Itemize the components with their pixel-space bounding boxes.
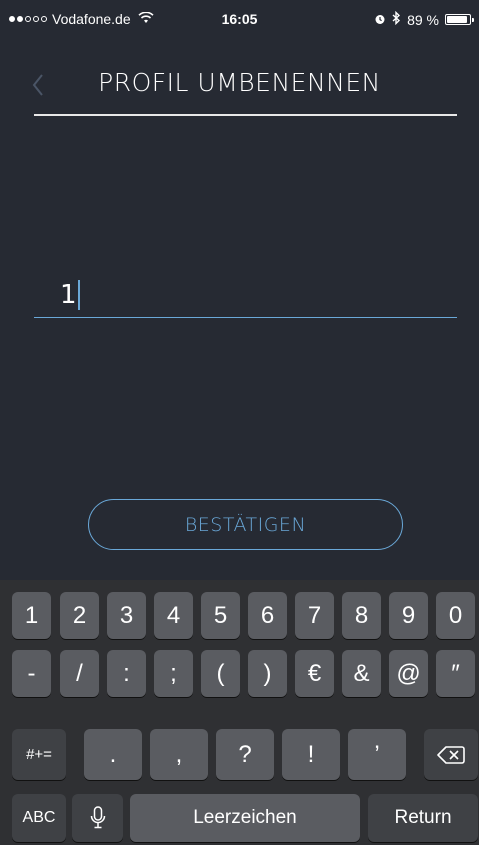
backspace-icon (437, 745, 465, 764)
status-left: Vodafone.de (9, 11, 154, 27)
key-comma[interactable]: , (150, 729, 208, 780)
key-3[interactable]: 3 (107, 592, 146, 639)
signal-strength-icon (9, 16, 47, 22)
key-dictation[interactable] (72, 794, 123, 842)
microphone-icon (90, 806, 105, 829)
confirm-button[interactable]: BESTÄTIGEN (88, 499, 403, 550)
key-1[interactable]: 1 (12, 592, 51, 639)
key-period[interactable]: . (84, 729, 142, 780)
battery-percent: 89 % (407, 11, 439, 28)
key-colon[interactable]: : (107, 650, 146, 697)
key-paren-open[interactable]: ( (201, 650, 240, 697)
page-title: PROFIL UMBENENNEN (98, 68, 381, 97)
status-right: 89 % (374, 10, 474, 28)
key-quote[interactable]: ″ (436, 650, 475, 697)
key-question[interactable]: ? (216, 729, 274, 780)
key-7[interactable]: 7 (295, 592, 334, 639)
key-return[interactable]: Return (368, 794, 478, 842)
key-9[interactable]: 9 (389, 592, 428, 639)
keyboard: 1 2 3 4 5 6 7 8 9 0 - / : ; ( ) € & @ ″ … (0, 580, 479, 845)
wifi-icon (138, 11, 154, 27)
bluetooth-icon (392, 10, 401, 28)
key-slash[interactable]: / (60, 650, 99, 697)
status-bar: Vodafone.de 16:05 89 % (0, 0, 479, 40)
header-divider (34, 114, 457, 116)
key-apostrophe[interactable]: ’ (348, 729, 406, 780)
profile-name-input[interactable] (34, 272, 457, 318)
key-paren-close[interactable]: ) (248, 650, 287, 697)
key-semicolon[interactable]: ; (154, 650, 193, 697)
key-2[interactable]: 2 (60, 592, 99, 639)
carrier-label: Vodafone.de (52, 11, 131, 27)
battery-icon (445, 14, 474, 25)
key-8[interactable]: 8 (342, 592, 381, 639)
key-5[interactable]: 5 (201, 592, 240, 639)
key-exclamation[interactable]: ! (282, 729, 340, 780)
key-4[interactable]: 4 (154, 592, 193, 639)
key-6[interactable]: 6 (248, 592, 287, 639)
text-cursor (78, 280, 80, 310)
key-more-symbols[interactable]: #+= (12, 729, 66, 780)
key-hyphen[interactable]: - (12, 650, 51, 697)
key-euro[interactable]: € (295, 650, 334, 697)
alarm-icon (374, 12, 386, 28)
nav-header: PROFIL UMBENENNEN (0, 60, 479, 116)
key-space[interactable]: Leerzeichen (130, 794, 360, 842)
key-backspace[interactable] (424, 729, 478, 780)
key-0[interactable]: 0 (436, 592, 475, 639)
key-abc[interactable]: ABC (12, 794, 66, 842)
battery-fill (447, 16, 467, 23)
key-ampersand[interactable]: & (342, 650, 381, 697)
key-at[interactable]: @ (389, 650, 428, 697)
